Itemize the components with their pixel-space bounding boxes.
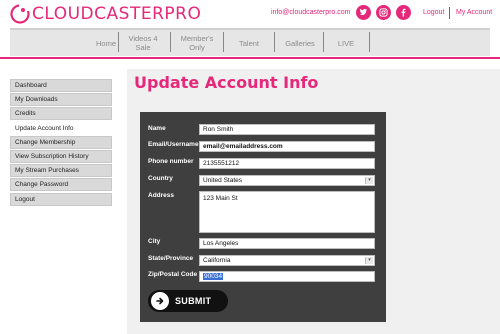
zip-field-selected-value: 90034	[203, 273, 224, 280]
nav-live[interactable]: LIVE	[326, 30, 366, 56]
city-field[interactable]: Los Angeles	[199, 238, 375, 249]
zip-field[interactable]: 90034	[199, 271, 375, 282]
nav-galleries[interactable]: Galleries	[280, 30, 320, 56]
nav-divider	[223, 32, 224, 52]
account-sidebar: Dashboard My Downloads Credits Update Ac…	[10, 79, 112, 207]
logo-text: CLOUDCASTERPRO	[32, 4, 202, 24]
nav-divider	[323, 32, 324, 52]
instagram-icon[interactable]	[376, 5, 391, 20]
sidebar-item-change-membership[interactable]: Change Membership	[10, 135, 112, 149]
email-label: Email/Username	[148, 141, 199, 148]
sidebar-item-my-downloads[interactable]: My Downloads	[10, 93, 112, 107]
country-label: Country	[148, 175, 173, 182]
address-label: Address	[148, 192, 175, 199]
sidebar-item-logout[interactable]: Logout	[10, 192, 112, 206]
nav-divider	[274, 32, 275, 52]
arrow-right-icon	[151, 292, 169, 310]
submit-button-label: SUBMIT	[175, 296, 212, 306]
logo-mark-icon	[10, 4, 30, 24]
sidebar-item-credits[interactable]: Credits	[10, 107, 112, 121]
nav-divider	[118, 32, 119, 52]
logo[interactable]: CLOUDCASTERPRO	[10, 4, 201, 24]
my-account-link[interactable]: My Account	[456, 9, 492, 16]
name-field[interactable]: Ron Smith	[199, 124, 375, 135]
nav-videos-4-sale[interactable]: Videos 4 Sale	[123, 30, 163, 56]
twitter-icon[interactable]	[356, 5, 371, 20]
logout-link[interactable]: Logout	[423, 9, 444, 16]
city-label: City	[148, 238, 161, 245]
nav-members-only[interactable]: Member's Only	[176, 30, 218, 56]
sidebar-item-change-password[interactable]: Change Password	[10, 178, 112, 192]
state-select[interactable]: California ▾	[199, 255, 375, 266]
facebook-icon[interactable]	[396, 5, 411, 20]
chevron-down-icon[interactable]: ▾	[365, 177, 373, 184]
page-title: Update Account Info	[134, 73, 319, 92]
nav-divider	[369, 32, 370, 52]
header-divider	[449, 7, 450, 19]
name-label: Name	[148, 125, 166, 132]
phone-label: Phone number	[148, 158, 194, 165]
state-select-value: California	[203, 257, 231, 264]
sidebar-item-view-subscription-history[interactable]: View Subscription History	[10, 149, 112, 163]
zip-label: Zip/Postal Code	[148, 271, 198, 278]
submit-button[interactable]: SUBMIT	[148, 290, 228, 312]
country-select[interactable]: United States ▾	[199, 175, 375, 186]
nav-talent[interactable]: Talent	[228, 30, 270, 56]
country-select-value: United States	[203, 177, 243, 184]
sidebar-item-my-stream-purchases[interactable]: My Stream Purchases	[10, 164, 112, 178]
sidebar-item-dashboard[interactable]: Dashboard	[10, 79, 112, 92]
address-field[interactable]: 123 Main St	[199, 191, 375, 233]
nav-divider	[170, 32, 171, 52]
chevron-down-icon[interactable]: ▾	[365, 257, 373, 264]
phone-field[interactable]: 2135551212	[199, 158, 375, 169]
sidebar-item-update-account-info[interactable]: Update Account Info	[10, 121, 112, 135]
state-label: State/Province	[148, 255, 194, 262]
email-field[interactable]: email@emailaddress.com	[199, 141, 375, 152]
main-nav: Home Videos 4 Sale Member's Only Talent …	[10, 28, 490, 56]
contact-email-link[interactable]: info@cloudcasterpro.com	[271, 9, 350, 16]
header-underline	[0, 57, 500, 59]
